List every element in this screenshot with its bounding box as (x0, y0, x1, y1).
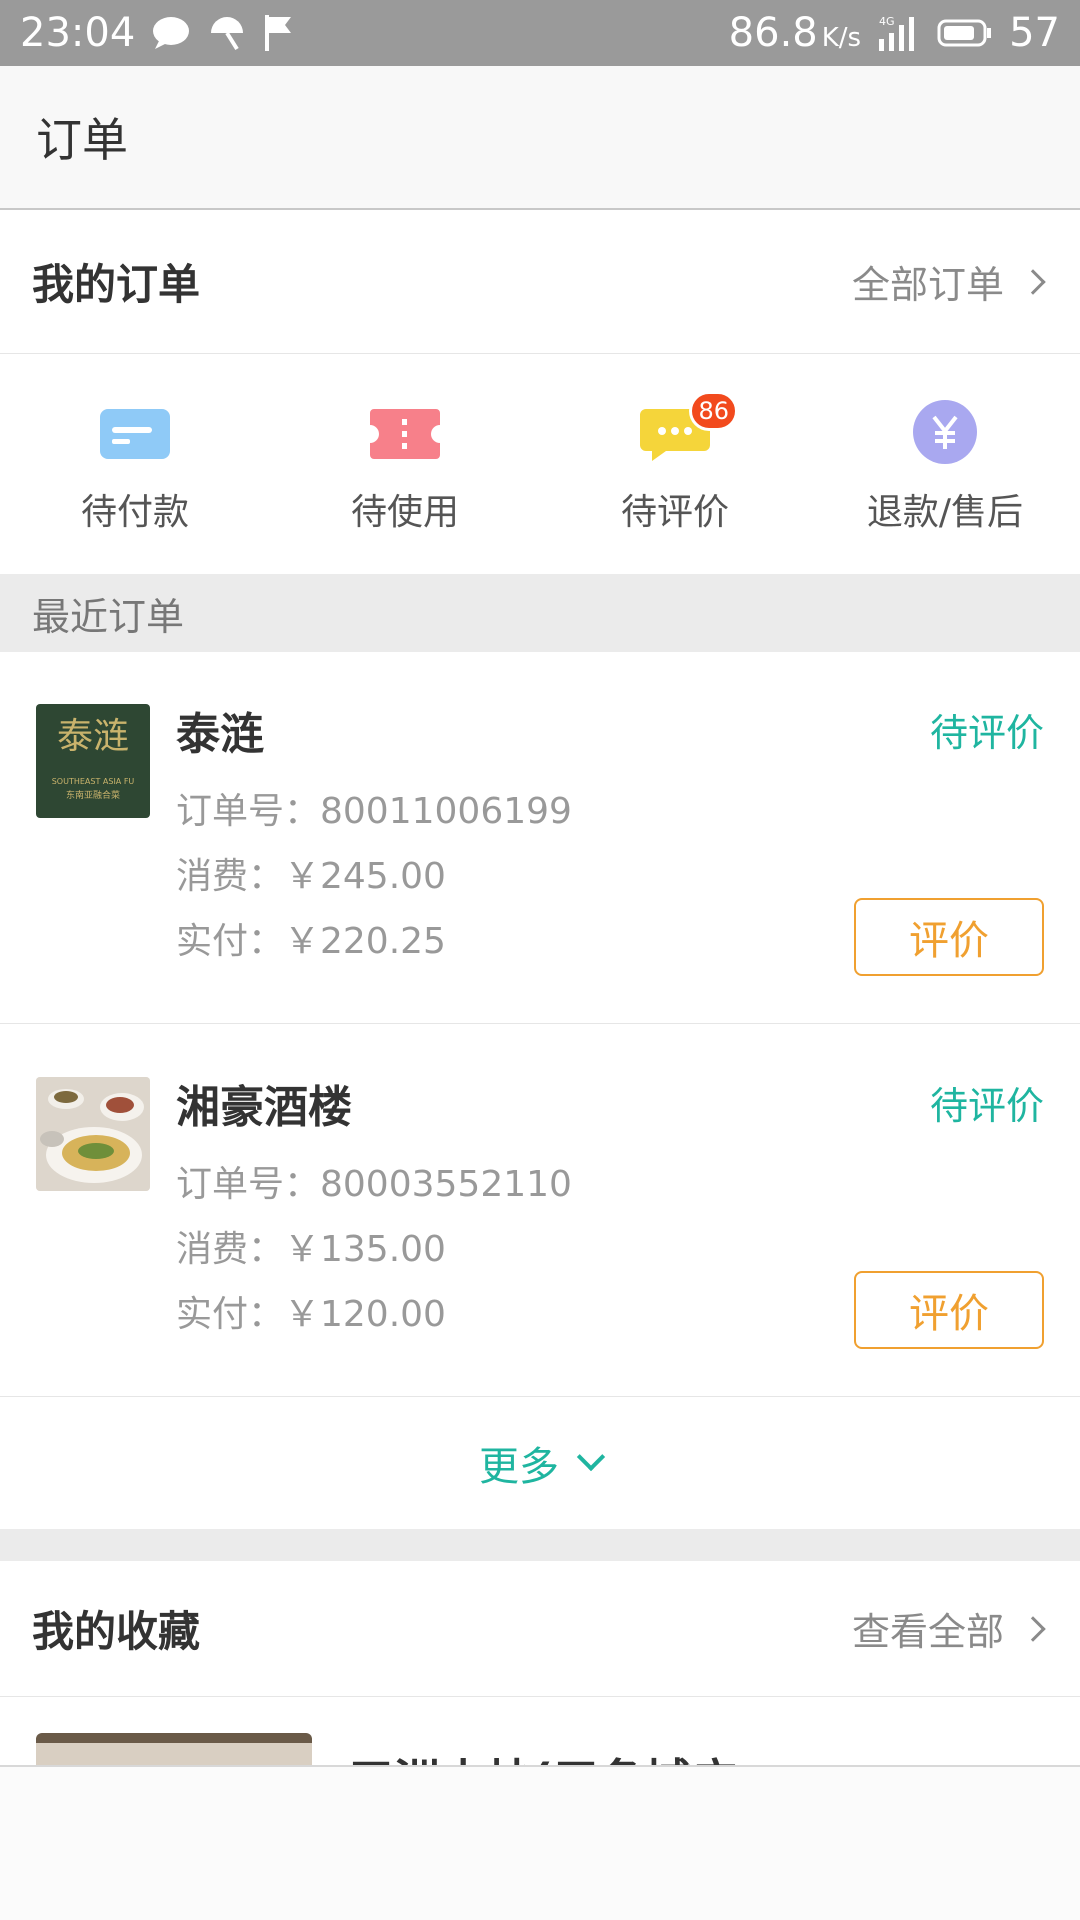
chat-bubble-icon: 86 (638, 391, 738, 463)
logo-subtext: SOUTHEAST ASIA FU (52, 777, 135, 786)
network-speed-unit: K/s (821, 23, 862, 53)
chevron-right-icon (1020, 1615, 1046, 1642)
bottom-area (0, 1765, 1080, 1920)
review-button[interactable]: 评价 (854, 898, 1044, 976)
review-count-badge: 86 (689, 391, 738, 431)
page-title: 订单 (36, 113, 128, 167)
restaurant-logo-image: 泰涟 SOUTHEAST ASIA FU 东南亚融合菜 (36, 704, 150, 818)
restaurant-name: 泰涟 (176, 709, 264, 760)
section-divider (0, 1529, 1080, 1561)
favorite-title: 三洲小炒(三条城广 (348, 1745, 792, 1765)
favorite-image (36, 1733, 312, 1765)
quick-action-label: 待评价 (620, 492, 729, 533)
network-speed-value: 86.8 (728, 10, 818, 56)
favorite-item[interactable]: 三洲小炒(三条城广 (0, 1697, 1080, 1765)
recent-orders-header: 最近订单 (0, 574, 1080, 652)
quick-action-label: 退款/售后 (866, 492, 1024, 533)
my-favorites-title: 我的收藏 (32, 1607, 201, 1656)
quick-action-label: 待使用 (350, 492, 459, 533)
all-orders-label: 全部订单 (851, 263, 1004, 307)
quick-action-pending-payment[interactable]: 待付款 (0, 355, 270, 575)
restaurant-name: 湘豪酒楼 (176, 1082, 352, 1133)
quick-action-label: 待付款 (80, 492, 189, 533)
more-orders-button[interactable]: 更多 (0, 1397, 1080, 1529)
order-spend: 消费：￥135.00 (176, 1229, 446, 1270)
my-favorites-header: 我的收藏 查看全部 (0, 1561, 1080, 1697)
message-icon (151, 15, 191, 51)
umbrella-icon (207, 13, 247, 53)
my-orders-title: 我的订单 (32, 260, 201, 309)
battery-icon (937, 18, 993, 48)
chevron-down-icon (576, 1442, 606, 1472)
chevron-right-icon (1020, 268, 1046, 295)
battery-level: 57 (1009, 10, 1060, 56)
review-button[interactable]: 评价 (854, 1271, 1044, 1349)
logo-subtext-cn: 东南亚融合菜 (66, 789, 120, 801)
logo-text: 泰涟 (57, 716, 129, 757)
network-speed: 86.8 K/s (729, 10, 861, 56)
status-right: 86.8 K/s 4G 57 (729, 10, 1060, 56)
my-orders-header: 我的订单 全部订单 (0, 210, 1080, 354)
view-all-favorites-link[interactable]: 查看全部 (852, 1601, 1048, 1656)
more-label: 更多 (479, 1444, 559, 1490)
ticket-icon (368, 405, 442, 463)
order-card[interactable]: 湘豪酒楼 待评价 订单号：80003552110 消费：￥135.00 实付：￥… (0, 1025, 1080, 1397)
app-header: 订单 (0, 66, 1080, 210)
flag-icon (263, 13, 295, 53)
order-status: 待评价 (929, 1084, 1044, 1128)
order-spend: 消费：￥245.00 (176, 856, 446, 897)
quick-action-to-use[interactable]: 待使用 (270, 355, 540, 575)
status-left: 23:04 (20, 10, 295, 56)
order-status: 待评价 (929, 711, 1044, 755)
quick-action-to-review[interactable]: 86 待评价 (540, 355, 810, 575)
order-number: 订单号：80003552110 (176, 1164, 572, 1205)
signal-icon: 4G (877, 13, 921, 53)
order-paid: 实付：￥220.25 (176, 921, 446, 962)
recent-orders-title: 最近订单 (32, 594, 185, 639)
yen-icon (908, 400, 982, 464)
card-icon (98, 405, 172, 463)
order-quick-actions: 待付款 待使用 86 待评价 退款/售后 (0, 355, 1080, 575)
all-orders-link[interactable]: 全部订单 (852, 254, 1048, 309)
view-all-label: 查看全部 (851, 1610, 1004, 1654)
restaurant-food-image (36, 1077, 150, 1191)
favorite-title-text: 三洲小炒(三条城广 (348, 1754, 737, 1765)
order-number: 订单号：80011006199 (176, 791, 572, 832)
svg-text:4G: 4G (879, 15, 895, 28)
status-time: 23:04 (20, 10, 136, 56)
status-bar: 23:04 86.8 K/s 4G 57 (0, 0, 1080, 66)
order-card[interactable]: 泰涟 SOUTHEAST ASIA FU 东南亚融合菜 泰涟 待评价 订单号：8… (0, 652, 1080, 1024)
quick-action-refund[interactable]: 退款/售后 (810, 355, 1080, 575)
order-paid: 实付：￥120.00 (176, 1294, 446, 1335)
